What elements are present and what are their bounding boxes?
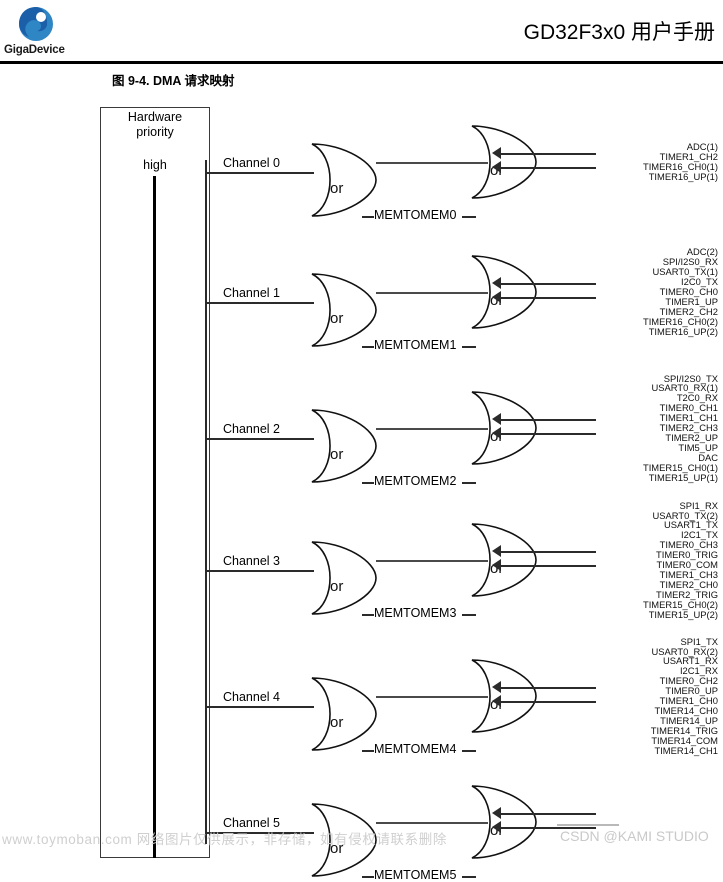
channel-label: Channel 2 [223, 422, 280, 436]
memtomem-label: MEMTOMEM5 [374, 868, 457, 882]
channel-wire [205, 570, 314, 572]
memtomem-wire-left [362, 614, 374, 616]
or-gate-stage1 [310, 676, 380, 752]
signal-list: SPI/I2S0_TX USART0_RX(1) T2C0_RX TIMER0_CH1… [500, 373, 718, 483]
watermark-rule [557, 824, 619, 826]
signal-name: TIMER14_CH1 [654, 744, 718, 756]
memtomem-wire-left [362, 216, 374, 218]
signal-name: TIMER15_UP(2) [648, 608, 718, 620]
channel-wire [205, 438, 314, 440]
channel-label: Channel 4 [223, 690, 280, 704]
or-gate-stage1 [310, 540, 380, 616]
channel-wire [205, 706, 314, 708]
memtomem-label: MEMTOMEM4 [374, 742, 457, 756]
logo-wordmark: GigaDevice [4, 44, 65, 56]
signal-list: SPI1_RX USART0_TX(2) USART1_TX I2C1_TX TIMER… [500, 499, 718, 620]
header-divider [0, 61, 723, 64]
channel-label: Channel 0 [223, 156, 280, 170]
or-gate-stage1 [310, 272, 380, 348]
signal-arrowhead [492, 821, 501, 833]
memtomem-wire-left [362, 876, 374, 878]
priority-title-line1: Hardware [127, 110, 183, 124]
or-gate-stage1-label: or [330, 180, 344, 197]
signal-name: TIM5_UP [678, 441, 718, 453]
memtomem-label: MEMTOMEM2 [374, 474, 457, 488]
page-header: GigaDevice GD32F3x0 用户手册 [0, 0, 723, 64]
signal-name: TIMER15_UP(1) [648, 471, 718, 483]
or-gate-stage1-label: or [330, 310, 344, 327]
or-gate-stage1-label: or [330, 446, 344, 463]
signal-list: ADC(2) SPI/I2S0_RX USART0_TX(1) I2C0_TX TIME… [500, 247, 718, 336]
signal-list: ADC(1) TIMER1_CH2 TIMER16_CH0(1) TIMER16_UP… [500, 142, 718, 182]
channel-wire [205, 302, 314, 304]
or-gate-stage2 [470, 784, 540, 860]
signal-arrowhead [492, 807, 501, 819]
or-gate-stage1-label: or [330, 714, 344, 731]
or-gate-stage1-label: or [330, 578, 344, 595]
signal-name: TIMER16_UP(1) [648, 170, 718, 182]
memtomem-label: MEMTOMEM3 [374, 606, 457, 620]
document-title: GD32F3x0 用户手册 [523, 21, 715, 44]
watermark-left: www.toymoban.com 网络图片仅供展示，非存储，如有侵权请联系删除 [2, 832, 447, 847]
signal-name: SPI1_TX [680, 635, 718, 647]
figure-caption: 图 9-4. DMA 请求映射 [112, 74, 235, 88]
memtomem-wire-right [462, 216, 476, 218]
signal-list: SPI1_TX USART0_RX(2) USART1_RX I2C1_RX TIMER… [500, 635, 718, 756]
memtomem-wire-right [462, 750, 476, 752]
memtomem-wire-right [462, 876, 476, 878]
memtomem-wire-left [362, 750, 374, 752]
channel-label: Channel 1 [223, 286, 280, 300]
memtomem-wire-right [462, 482, 476, 484]
signal-feeder-line [500, 813, 596, 815]
memtomem-wire-right [462, 614, 476, 616]
signal-name: TIMER16_UP(2) [648, 325, 718, 337]
signal-name: SPI1_RX [679, 499, 718, 511]
gigadevice-swirl-logo [14, 6, 58, 44]
memtomem-wire-left [362, 482, 374, 484]
priority-arrow-bar [153, 176, 157, 858]
channel-spine [205, 160, 207, 844]
priority-title-line2: priority [136, 125, 174, 139]
memtomem-wire-left [362, 346, 374, 348]
hardware-priority-title: Hardware priority [100, 110, 210, 140]
channel-label: Channel 3 [223, 554, 280, 568]
memtomem-label: MEMTOMEM1 [374, 338, 457, 352]
priority-level-label: high [143, 158, 167, 172]
channel-wire [205, 172, 314, 174]
watermark-right: CSDN @KAMI STUDIO [560, 828, 709, 844]
memtomem-label: MEMTOMEM0 [374, 208, 457, 222]
memtomem-wire-right [462, 346, 476, 348]
or-gate-stage1 [310, 408, 380, 484]
or-gate-stage1 [310, 142, 380, 218]
